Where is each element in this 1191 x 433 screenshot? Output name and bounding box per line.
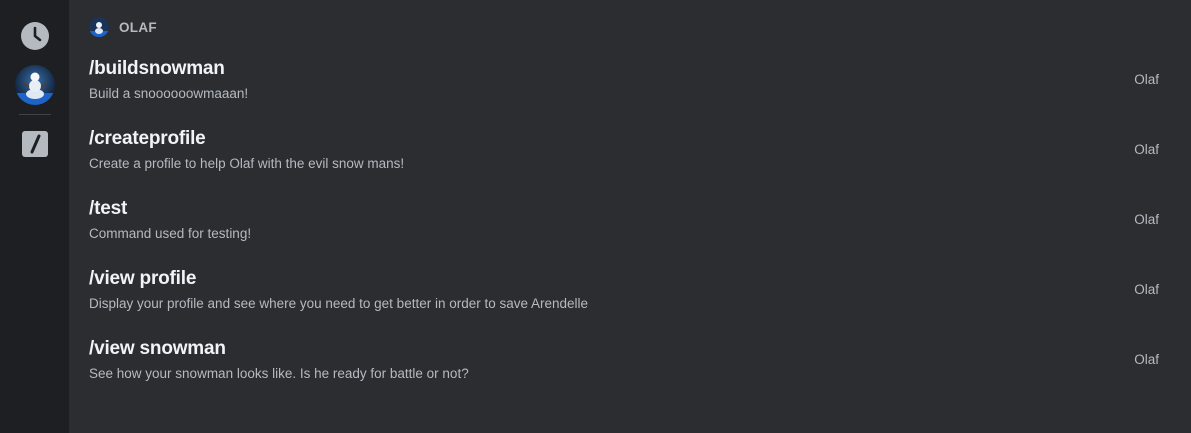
command-name: /buildsnowman bbox=[89, 58, 225, 79]
olaf-mini-avatar-icon bbox=[89, 17, 109, 37]
command-item[interactable]: /view snowman See how your snowman looks… bbox=[89, 334, 1191, 404]
command-name: /test bbox=[89, 198, 128, 219]
category-rail bbox=[0, 0, 69, 433]
section-title: OLAF bbox=[119, 19, 157, 35]
command-app-label: Olaf bbox=[1134, 282, 1159, 297]
rail-separator bbox=[18, 114, 51, 115]
section-header: OLAF bbox=[89, 0, 1191, 54]
command-item[interactable]: /createprofile Create a profile to help … bbox=[89, 124, 1191, 194]
command-item[interactable]: /buildsnowman Build a snoooooowmaaan! Ol… bbox=[89, 54, 1191, 124]
command-description: Command used for testing! bbox=[89, 226, 252, 241]
command-description: See how your snowman looks like. Is he r… bbox=[89, 366, 469, 381]
clock-icon bbox=[20, 22, 49, 50]
command-item[interactable]: /view profile Display your profile and s… bbox=[89, 264, 1191, 334]
command-app-label: Olaf bbox=[1134, 142, 1159, 157]
command-name: /view profile bbox=[89, 268, 197, 289]
olaf-app-button[interactable] bbox=[14, 65, 55, 105]
command-name: /view snowman bbox=[89, 338, 226, 359]
command-app-label: Olaf bbox=[1134, 352, 1159, 367]
command-picker: OLAF /buildsnowman Build a snoooooowmaaa… bbox=[0, 0, 1191, 433]
command-name: /createprofile bbox=[89, 128, 206, 149]
command-list: /buildsnowman Build a snoooooowmaaan! Ol… bbox=[89, 54, 1191, 404]
olaf-avatar-icon bbox=[14, 65, 55, 105]
slash-command-icon bbox=[21, 131, 48, 157]
command-description: Build a snoooooowmaaan! bbox=[89, 86, 249, 101]
recent-commands-button[interactable] bbox=[19, 20, 51, 52]
command-description: Create a profile to help Olaf with the e… bbox=[89, 156, 405, 171]
command-item[interactable]: /test Command used for testing! Olaf bbox=[89, 194, 1191, 264]
command-app-label: Olaf bbox=[1134, 212, 1159, 227]
command-app-label: Olaf bbox=[1134, 72, 1159, 87]
command-list-panel: OLAF /buildsnowman Build a snoooooowmaaa… bbox=[69, 0, 1191, 433]
builtin-commands-button[interactable] bbox=[19, 128, 51, 160]
command-description: Display your profile and see where you n… bbox=[89, 296, 589, 311]
